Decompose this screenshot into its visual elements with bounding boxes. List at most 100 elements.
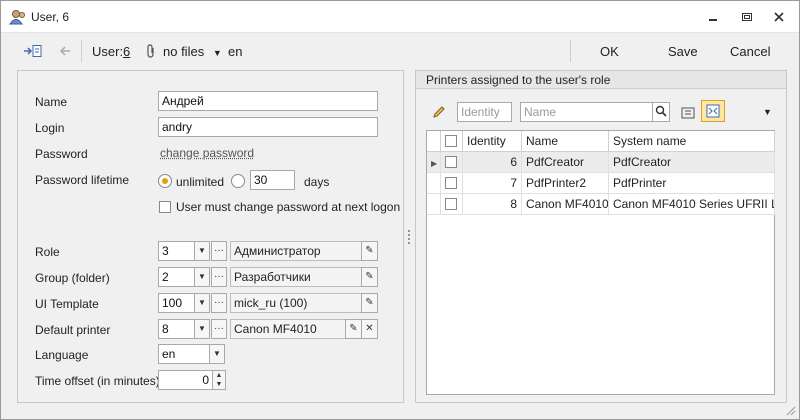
ellipsis-icon: ··· — [214, 271, 224, 282]
time-offset-spinner[interactable]: ▲ ▼ — [212, 370, 226, 390]
cell-name[interactable]: PdfCreator — [522, 152, 609, 173]
role-label: Role — [35, 245, 60, 259]
days-field[interactable]: 30 — [250, 170, 295, 190]
restore-icon[interactable] — [741, 11, 753, 23]
printer-id-field[interactable]: 8 — [158, 319, 196, 339]
cell-system-name[interactable]: PdfCreator — [609, 152, 775, 173]
time-offset-field[interactable]: 0 — [158, 370, 213, 390]
select-all-checkbox[interactable] — [445, 135, 457, 147]
row-indicator: ▶ — [427, 152, 441, 173]
printers-panel-title: Printers assigned to the user's role — [426, 73, 611, 87]
language-indicator[interactable]: en — [228, 44, 242, 59]
chevron-down-icon: ▼ — [198, 272, 206, 281]
chevron-down-icon[interactable]: ▼ — [763, 107, 772, 117]
pencil-icon: ✎ — [349, 323, 358, 334]
columns-icon[interactable] — [681, 106, 695, 120]
must-change-checkbox[interactable] — [159, 201, 171, 213]
pencil-icon: ✎ — [365, 271, 374, 282]
cell-identity[interactable]: 6 — [463, 152, 522, 173]
language-label: Language — [35, 348, 89, 362]
role-edit-button[interactable]: ✎ — [361, 241, 378, 261]
user-id-link[interactable]: 6 — [123, 44, 130, 59]
pencil-icon[interactable] — [432, 105, 446, 119]
printer-edit-button[interactable]: ✎ — [345, 319, 362, 339]
role-browse-button[interactable]: ··· — [211, 241, 227, 261]
printer-browse-button[interactable]: ··· — [211, 319, 227, 339]
toolbar: User: 6 no files ▼ en OK Save Cancel — [1, 34, 799, 68]
row-checkbox[interactable] — [445, 156, 457, 168]
open-list-icon[interactable] — [23, 44, 43, 58]
row-indicator — [427, 194, 441, 215]
role-id-field[interactable]: 3 — [158, 241, 196, 261]
ui-template-edit-button[interactable]: ✎ — [361, 293, 378, 313]
chevron-up-icon[interactable]: ▲ — [213, 371, 225, 380]
row-select-cell — [441, 152, 463, 173]
save-button[interactable]: Save — [668, 44, 698, 59]
col-name[interactable]: Name — [522, 131, 609, 152]
group-id-field[interactable]: 2 — [158, 267, 196, 287]
grid-view-icon — [706, 104, 720, 118]
ui-template-name: mick_ru (100) — [230, 293, 365, 313]
cell-system-name[interactable]: Canon MF4010 Series UFRII LT — [609, 194, 775, 215]
col-identity[interactable]: Identity — [463, 131, 522, 152]
user-label: User: — [92, 44, 124, 59]
minimize-icon[interactable] — [707, 11, 719, 23]
toolbar-divider — [81, 40, 82, 62]
name-field[interactable]: Андрей — [158, 91, 378, 111]
language-dropdown-button[interactable]: ▼ — [209, 344, 225, 364]
pencil-icon: ✎ — [365, 297, 374, 308]
window-title: User, 6 — [31, 10, 70, 24]
login-field[interactable]: andry — [158, 117, 378, 137]
paperclip-icon — [145, 44, 157, 58]
chevron-down-icon[interactable]: ▼ — [213, 380, 225, 389]
cancel-button[interactable]: Cancel — [730, 44, 770, 59]
group-label: Group (folder) — [35, 271, 110, 285]
resize-grip-icon[interactable] — [785, 405, 797, 417]
language-select[interactable]: en — [158, 344, 210, 364]
chevron-down-icon: ▼ — [198, 324, 206, 333]
title-bar: User, 6 — [1, 1, 799, 33]
search-button[interactable] — [652, 102, 670, 122]
chevron-down-icon: ▼ — [213, 349, 221, 358]
search-icon — [655, 105, 667, 117]
pencil-icon: ✎ — [365, 245, 374, 256]
group-dropdown-button[interactable]: ▼ — [194, 267, 210, 287]
printer-dropdown-button[interactable]: ▼ — [194, 319, 210, 339]
files-dropdown[interactable]: no files ▼ — [163, 44, 222, 59]
ok-button[interactable]: OK — [600, 44, 619, 59]
printers-grid: Identity Name System name ▶ 6 PdfCreator… — [426, 130, 775, 395]
back-icon[interactable] — [59, 44, 73, 58]
cell-identity[interactable]: 7 — [463, 173, 522, 194]
col-system-name[interactable]: System name — [609, 131, 775, 152]
cell-system-name[interactable]: PdfPrinter — [609, 173, 775, 194]
chevron-down-icon: ▼ — [212, 48, 222, 58]
ui-template-browse-button[interactable]: ··· — [211, 293, 227, 313]
group-edit-button[interactable]: ✎ — [361, 267, 378, 287]
printers-panel: Printers assigned to the user's role Ide… — [415, 70, 787, 403]
unlimited-label: unlimited — [176, 175, 225, 189]
toggle-view-button[interactable] — [701, 100, 725, 122]
cell-name[interactable]: PdfPrinter2 — [522, 173, 609, 194]
name-filter-input[interactable]: Name — [520, 102, 654, 122]
printer-name: Canon MF4010 — [230, 319, 348, 339]
days-label: days — [304, 175, 330, 189]
chevron-down-icon: ▼ — [198, 246, 206, 255]
close-icon: ✕ — [365, 323, 374, 334]
printer-clear-button[interactable]: ✕ — [361, 319, 378, 339]
user-app-icon — [9, 9, 27, 25]
ui-template-dropdown-button[interactable]: ▼ — [194, 293, 210, 313]
days-radio[interactable] — [231, 174, 245, 188]
unlimited-radio[interactable] — [158, 174, 172, 188]
cell-identity[interactable]: 8 — [463, 194, 522, 215]
group-browse-button[interactable]: ··· — [211, 267, 227, 287]
cell-name[interactable]: Canon MF4010 — [522, 194, 609, 215]
close-icon[interactable] — [773, 11, 785, 23]
identity-filter-input[interactable]: Identity — [457, 102, 512, 122]
role-dropdown-button[interactable]: ▼ — [194, 241, 210, 261]
row-checkbox[interactable] — [445, 198, 457, 210]
change-password-link[interactable]: change password — [160, 146, 254, 160]
splitter-handle[interactable] — [407, 229, 411, 245]
user-form-panel: Name Андрей Login andry Password change … — [17, 70, 404, 403]
ui-template-id-field[interactable]: 100 — [158, 293, 196, 313]
row-checkbox[interactable] — [445, 177, 457, 189]
